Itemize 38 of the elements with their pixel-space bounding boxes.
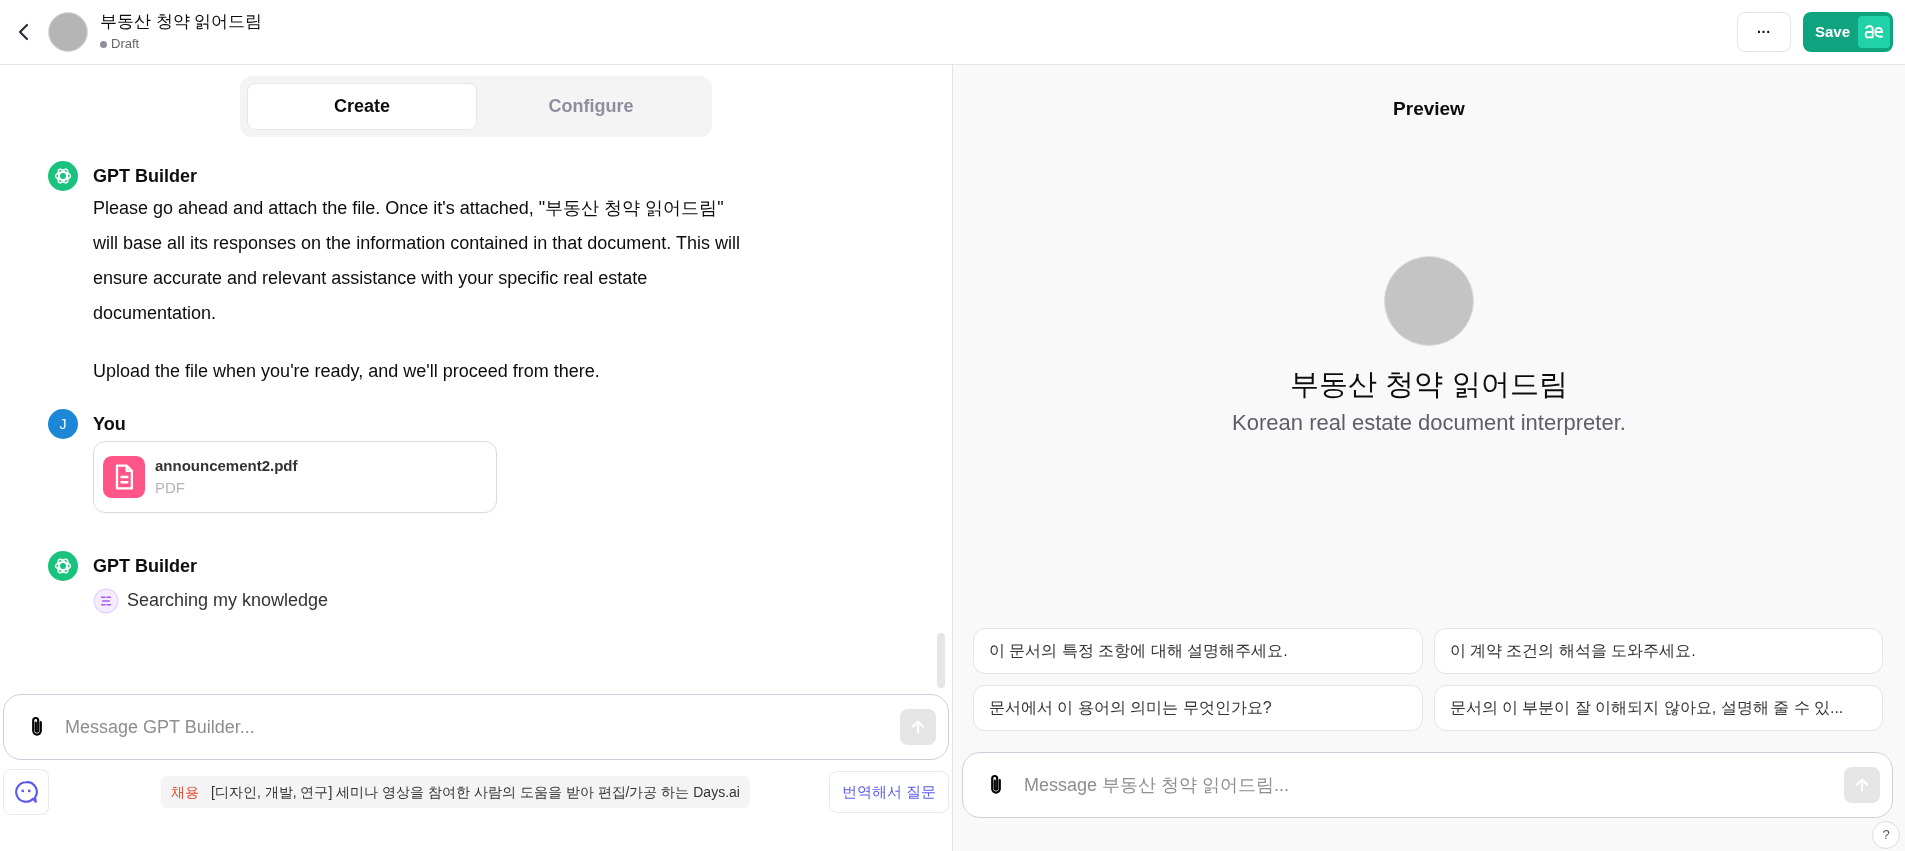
translate-button[interactable]: 번역해서 질문 [828,771,949,813]
tab[interactable]: Create [247,83,477,130]
suggestion-button[interactable]: 문서의 이 부분이 잘 이해되지 않아요, 설명해 줄 수 있... [1433,685,1883,731]
avatar-photo-placeholder [48,12,88,52]
chat-bubble-icon [13,779,39,805]
document-icon [103,456,145,498]
scrollbar [937,633,945,688]
status-text: Searching my knowledge [127,589,329,612]
more-button[interactable]: ··· [1736,12,1791,52]
suggestion-button[interactable]: 이 문서의 특정 조항에 대해 설명해주세요. [973,628,1423,674]
message-input[interactable]: Message GPT Builder... [65,713,885,741]
help-button[interactable]: ? [1872,821,1900,849]
bot-avatar-icon [48,161,78,191]
message-composer[interactable]: Message 부동산 청약 읽어드림... [962,752,1893,818]
message-composer[interactable]: Message GPT Builder... [3,694,949,760]
ad-tag: 채용 [171,781,199,803]
gpt-title: 부동산 청약 읽어드림 [100,11,263,34]
message-text: Please go ahead and attach the file. Once it's attached, "부동산 청약 읽어드림" will base all its responses on the information contained in that document. This will ensure accurate and relevant assistance with your specific real estate documentation. [93,197,741,325]
preview-heading: Preview [1392,97,1466,121]
suggestion-button[interactable]: 이 계약 조건의 해석을 도와주세요. [1433,628,1883,674]
ad-text: [디자인, 개발, 연구] 세미나 영상을 참여한 사람의 도움을 받아 편집/가공 하는 Days.ai [211,782,740,802]
assistant-button[interactable] [3,769,49,815]
gpt-name: 부동산 청약 읽어드림 [1290,366,1568,402]
file-type: PDF [155,478,186,498]
draft-status: Draft [111,35,140,54]
suggestion-button[interactable]: 문서에서 이 용어의 의미는 무엇인가요? [973,685,1423,731]
bot-avatar-icon [48,551,78,581]
message-author: You [93,413,127,436]
ad-banner[interactable]: 채용 [디자인, 개발, 연구] 세미나 영상을 참여한 사람의 도움을 받아 편집/가공 하는 Days.ai [161,776,750,808]
message-text: Upload the file when you're ready, and we'll proceed from there. [93,360,601,383]
file-name: announcement2.pdf [155,455,298,476]
user-avatar: J [48,409,78,439]
file-card[interactable]: announcement2.pdf PDF [93,441,497,513]
gpt-description: Korean real estate document interpreter. [1232,409,1626,437]
search-knowledge-icon [93,587,119,614]
message-author: GPT Builder [93,555,198,578]
message-author: GPT Builder [93,165,198,188]
message-input[interactable]: Message 부동산 청약 읽어드림... [1024,771,1829,799]
